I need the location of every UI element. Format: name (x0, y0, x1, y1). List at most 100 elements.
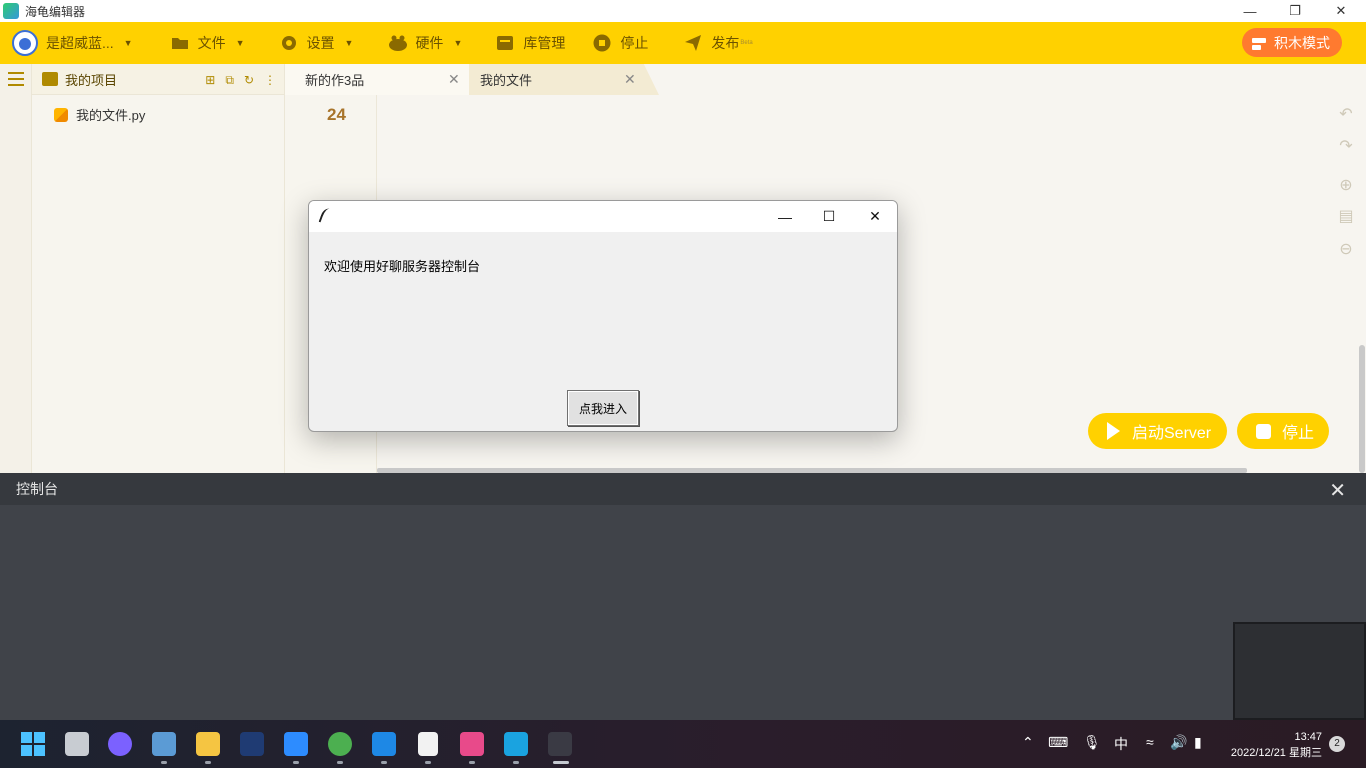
editor-tabs: 新的作3品 ✕ 我的文件 ✕ (285, 64, 659, 95)
zoom-in-icon[interactable]: ⊕ (1337, 177, 1355, 195)
dialog-titlebar: — ☐ ✕ (309, 201, 897, 232)
tab-label: 我的文件 (480, 73, 533, 88)
tab-my-file[interactable]: 我的文件 ✕ (469, 64, 659, 95)
computer-icon[interactable] (152, 732, 176, 756)
console-title: 控制台 (16, 481, 58, 497)
cloud-app-icon[interactable] (284, 732, 308, 756)
vertical-scrollbar[interactable] (1359, 345, 1365, 473)
close-console-icon[interactable]: ✕ (1329, 478, 1346, 503)
user-menu[interactable]: 是超威蓝... ▼ (46, 22, 133, 64)
ime-indicator[interactable]: 中 (1114, 734, 1128, 754)
tab-new-work[interactable]: 新的作3品 ✕ (285, 64, 469, 95)
running-indicator (469, 761, 475, 764)
running-indicator (337, 761, 343, 764)
menu-settings-label: 设置 (306, 35, 335, 51)
dialog-minimize-button[interactable]: — (762, 201, 808, 232)
project-title: 我的项目 (65, 72, 118, 88)
menu-stop-label: 停止 (620, 35, 649, 51)
wifi-icon[interactable]: ≈ (1146, 734, 1154, 750)
indesign-icon[interactable] (240, 732, 264, 756)
block-mode-button[interactable]: 积木模式 (1242, 28, 1342, 57)
active-indicator (553, 761, 569, 764)
more-icon[interactable]: ⋮ (264, 73, 276, 88)
welcome-message: 欢迎使用好聊服务器控制台 (324, 260, 481, 275)
running-indicator (381, 761, 387, 764)
menu-publish[interactable]: 发布 Beta (684, 22, 753, 64)
menu-hardware-label: 硬件 (415, 35, 444, 51)
project-header: 我的项目 ⊞ ⧉ ↻ ⋮ (32, 64, 284, 95)
undo-icon[interactable]: ↶ (1337, 106, 1355, 124)
tab-label: 新的作3品 (305, 73, 365, 88)
task-view-icon[interactable] (65, 732, 89, 756)
chrome-icon[interactable] (328, 732, 352, 756)
windows-start-icon[interactable] (21, 732, 45, 756)
notification-badge[interactable]: 2 (1329, 736, 1345, 752)
running-indicator (425, 761, 431, 764)
redo-icon[interactable]: ↷ (1337, 138, 1355, 156)
new-folder-icon[interactable]: ⧉ (225, 73, 234, 88)
chevron-up-icon[interactable]: ⌃ (1022, 734, 1034, 751)
file-item[interactable]: 我的文件.py (32, 105, 284, 124)
floating-window-preview (1233, 622, 1366, 720)
python-feather-icon[interactable] (548, 732, 572, 756)
start-server-button[interactable]: 启动Server (1088, 413, 1227, 449)
file-explorer-icon[interactable] (196, 732, 220, 756)
reset-zoom-icon[interactable]: ▤ (1337, 208, 1355, 226)
left-activity-bar (0, 64, 32, 473)
paint-icon[interactable] (460, 732, 484, 756)
close-tab-icon[interactable]: ✕ (448, 71, 460, 88)
file-name: 我的文件.py (76, 108, 146, 123)
zoom-out-icon[interactable]: ⊖ (1337, 241, 1355, 259)
keyboard-icon[interactable]: ⌨ (1048, 734, 1068, 751)
refresh-icon[interactable]: ↻ (244, 73, 254, 88)
stop-icon (593, 34, 611, 52)
menu-bar: 是超威蓝... ▼ 文件 ▼ 设置 ▼ 硬件 ▼ 库管理 停止 发布 Beta … (0, 22, 1366, 64)
menu-library[interactable]: 库管理 (496, 22, 565, 64)
menu-stop[interactable]: 停止 (593, 22, 648, 64)
folder-icon (171, 34, 189, 52)
dialog-maximize-button[interactable]: ☐ (806, 201, 852, 232)
user-name: 是超威蓝... (46, 35, 114, 51)
clock-time: 13:47 (1294, 731, 1322, 743)
stop-label: 停止 (1282, 425, 1315, 442)
document-icon[interactable] (418, 732, 438, 756)
chevron-down-icon: ▼ (453, 38, 463, 48)
restore-button[interactable]: ❐ (1272, 0, 1318, 22)
menu-file[interactable]: 文件 ▼ (171, 22, 245, 64)
dialog-close-button[interactable]: ✕ (852, 201, 897, 232)
library-icon (496, 34, 514, 52)
turtle-editor-icon[interactable] (504, 732, 528, 756)
minimize-button[interactable]: — (1227, 0, 1273, 22)
feather-icon (318, 206, 334, 226)
volume-icon[interactable]: 🔊 (1170, 734, 1187, 751)
user-avatar[interactable] (12, 30, 38, 56)
line-number: 24 (327, 105, 346, 124)
menu-settings[interactable]: 设置 ▼ (280, 22, 353, 64)
battery-icon[interactable]: ▮ (1194, 734, 1202, 751)
enter-button[interactable]: 点我进入 (567, 390, 639, 426)
menu-toggle-icon[interactable] (8, 72, 24, 86)
close-button[interactable]: ✕ (1318, 0, 1364, 22)
hardware-icon (388, 34, 408, 52)
menu-publish-label: 发布 (711, 35, 740, 51)
title-bar: 海龟编辑器 — ❐ ✕ (0, 0, 1366, 22)
running-indicator (293, 761, 299, 764)
menu-hardware[interactable]: 硬件 ▼ (388, 22, 462, 64)
microphone-icon[interactable]: 🎙 (1083, 734, 1101, 751)
chat-icon[interactable] (108, 732, 132, 756)
chevron-down-icon: ▼ (123, 38, 133, 48)
system-clock[interactable]: 13:47 2022/12/21 星期三 (1231, 729, 1322, 761)
new-file-icon[interactable]: ⊞ (205, 73, 215, 88)
stop-button[interactable]: 停止 (1237, 413, 1329, 449)
console-output[interactable] (0, 505, 1366, 720)
running-indicator (205, 761, 211, 764)
chevron-down-icon: ▼ (235, 38, 245, 48)
close-tab-icon[interactable]: ✕ (624, 71, 636, 88)
console-header: 控制台 ✕ (0, 473, 1366, 505)
menu-file-label: 文件 (197, 35, 226, 51)
feishu-icon[interactable] (372, 732, 396, 756)
running-indicator (513, 761, 519, 764)
python-file-icon (54, 107, 68, 122)
start-server-label: 启动Server (1132, 425, 1212, 442)
beta-badge: Beta (740, 40, 753, 46)
